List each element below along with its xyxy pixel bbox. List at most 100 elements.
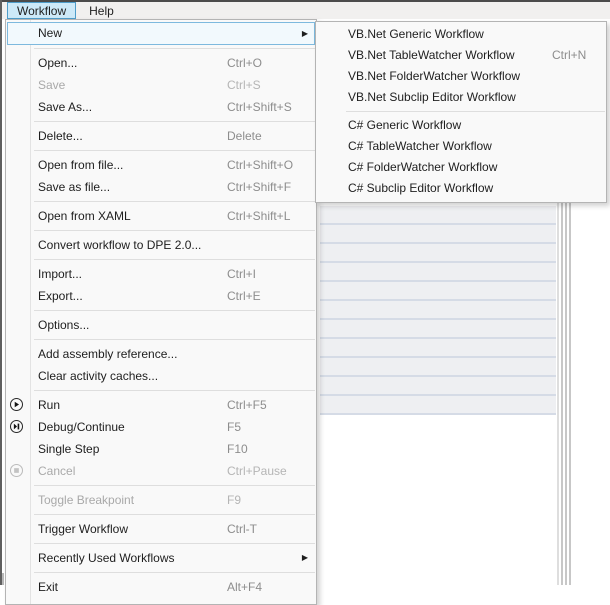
menu-item-shortcut: Ctrl+Shift+S: [227, 96, 292, 118]
menu-item-trigger-workflow[interactable]: Trigger Workflow Ctrl-T: [6, 518, 316, 540]
menu-item-label: Add assembly reference...: [38, 343, 177, 365]
menu-item-label: C# Subclip Editor Workflow: [348, 178, 493, 199]
menu-item-label: Exit: [38, 576, 58, 598]
menu-item-export[interactable]: Export... Ctrl+E: [6, 285, 316, 307]
menu-item-shortcut: F9: [227, 489, 241, 511]
menu-item-label: C# TableWatcher Workflow: [348, 136, 492, 157]
menu-separator: [34, 339, 315, 340]
menu-separator: [34, 572, 315, 573]
submenu-arrow-icon: ▶: [302, 547, 308, 569]
menu-separator: [34, 48, 315, 49]
menu-item-shortcut: Ctrl+Shift+F: [227, 176, 291, 198]
menu-item-single-step[interactable]: Single Step F10: [6, 438, 316, 460]
submenu-item-c-generic-workflow[interactable]: C# Generic Workflow: [316, 115, 606, 136]
table-row[interactable]: [320, 225, 556, 244]
vertical-scrollbar-strip[interactable]: [556, 203, 572, 585]
table-row[interactable]: [320, 339, 556, 358]
run-icon: [9, 397, 25, 413]
table-row[interactable]: [320, 263, 556, 282]
submenu-item-vb-net-generic-workflow[interactable]: VB.Net Generic Workflow: [316, 24, 606, 45]
menu-item-label: Convert workflow to DPE 2.0...: [38, 234, 201, 256]
menu-item-cancel: Cancel Ctrl+Pause: [6, 460, 316, 482]
menu-item-label: Recently Used Workflows: [38, 547, 175, 569]
workflow-menu-popup: New ▶ Open...Ctrl+OSaveCtrl+SSave As...Ctr…: [5, 19, 317, 605]
menu-item-open[interactable]: Open...Ctrl+O: [6, 52, 316, 74]
menu-item-shortcut: Ctrl+E: [227, 285, 261, 307]
menu-item-save-as[interactable]: Save As...Ctrl+Shift+S: [6, 96, 316, 118]
menu-item-clear-activity-caches[interactable]: Clear activity caches...: [6, 365, 316, 387]
menu-separator: [346, 111, 605, 112]
table-row[interactable]: [320, 282, 556, 301]
menu-separator: [34, 259, 315, 260]
menu-item-shortcut: F5: [227, 416, 241, 438]
menu-item-import[interactable]: Import...Ctrl+I: [6, 263, 316, 285]
menu-item-shortcut: Ctrl+Pause: [227, 460, 287, 482]
menu-item-exit[interactable]: Exit Alt+F4: [6, 576, 316, 598]
menu-item-label: New: [38, 23, 62, 44]
table-row[interactable]: [320, 244, 556, 263]
menu-item-label: Cancel: [38, 460, 75, 482]
menu-item-shortcut: Ctrl-T: [227, 518, 257, 540]
menu-item-open-from-file[interactable]: Open from file...Ctrl+Shift+O: [6, 154, 316, 176]
menubar-item-label: Workflow: [17, 4, 66, 18]
table-row[interactable]: [320, 358, 556, 377]
menu-item-toggle-breakpoint: Toggle Breakpoint F9: [6, 489, 316, 511]
submenu-arrow-icon: ▶: [302, 23, 308, 44]
menu-separator: [34, 514, 315, 515]
table-row[interactable]: [320, 320, 556, 339]
menu-item-recently-used-workflows[interactable]: Recently Used Workflows ▶: [6, 547, 316, 569]
menu-item-shortcut: Ctrl+Shift+L: [227, 205, 290, 227]
menu-item-label: Toggle Breakpoint: [38, 489, 134, 511]
menu-item-shortcut: F10: [227, 438, 248, 460]
submenu-item-c-folderwatcher-workflow[interactable]: C# FolderWatcher Workflow: [316, 157, 606, 178]
submenu-item-vb-net-folderwatcher-workflow[interactable]: VB.Net FolderWatcher Workflow: [316, 66, 606, 87]
menu-item-label: Export...: [38, 285, 83, 307]
menu-item-debug-continue[interactable]: Debug/ContinueF5: [6, 416, 316, 438]
menu-item-shortcut: Ctrl+F5: [227, 394, 267, 416]
menu-item-label: Open from XAML: [38, 205, 131, 227]
table-row[interactable]: [320, 301, 556, 320]
menu-item-add-assembly-reference[interactable]: Add assembly reference...: [6, 343, 316, 365]
submenu-item-c-tablewatcher-workflow[interactable]: C# TableWatcher Workflow: [316, 136, 606, 157]
new-submenu-popup: VB.Net Generic WorkflowVB.Net TableWatch…: [315, 21, 607, 203]
submenu-item-vb-net-tablewatcher-workflow[interactable]: VB.Net TableWatcher WorkflowCtrl+N: [316, 45, 606, 66]
debug-continue-icon: [9, 419, 25, 435]
menu-item-delete[interactable]: Delete... Delete: [6, 125, 316, 147]
menu-separator: [34, 121, 315, 122]
table-row[interactable]: [320, 396, 556, 415]
menu-separator: [34, 201, 315, 202]
table-row[interactable]: [320, 206, 556, 225]
window-left-border: [0, 0, 2, 585]
menu-separator: [34, 230, 315, 231]
menu-item-convert-workflow-to-dpe-2-0[interactable]: Convert workflow to DPE 2.0...: [6, 234, 316, 256]
menu-item-save: SaveCtrl+S: [6, 74, 316, 96]
submenu-item-c-subclip-editor-workflow[interactable]: C# Subclip Editor Workflow: [316, 178, 606, 199]
menu-item-shortcut: Alt+F4: [227, 576, 262, 598]
menubar-item-workflow[interactable]: Workflow: [7, 2, 76, 19]
menu-item-shortcut: Ctrl+I: [227, 263, 256, 285]
menu-item-label: Run: [38, 394, 60, 416]
menubar-item-help[interactable]: Help: [79, 2, 124, 19]
menu-item-label: C# FolderWatcher Workflow: [348, 157, 497, 178]
menu-item-label: VB.Net Generic Workflow: [348, 24, 484, 45]
menu-item-open-from-xaml[interactable]: Open from XAML Ctrl+Shift+L: [6, 205, 316, 227]
menu-separator: [34, 485, 315, 486]
menu-item-label: Options...: [38, 314, 89, 336]
menu-item-label: VB.Net Subclip Editor Workflow: [348, 87, 516, 108]
menu-item-save-as-file[interactable]: Save as file...Ctrl+Shift+F: [6, 176, 316, 198]
menu-item-label: Single Step: [38, 438, 99, 460]
submenu-item-vb-net-subclip-editor-workflow[interactable]: VB.Net Subclip Editor Workflow: [316, 87, 606, 108]
menu-item-label: VB.Net FolderWatcher Workflow: [348, 66, 520, 87]
menu-item-label: Trigger Workflow: [38, 518, 128, 540]
menu-item-new[interactable]: New ▶: [7, 22, 315, 45]
table-row[interactable]: [320, 377, 556, 396]
menu-item-shortcut: Delete: [227, 125, 262, 147]
menu-item-label: Clear activity caches...: [38, 365, 158, 387]
menu-item-label: Delete...: [38, 125, 83, 147]
menu-item-shortcut: Ctrl+N: [552, 45, 586, 66]
menubar-item-label: Help: [89, 4, 114, 18]
menu-item-options[interactable]: Options...: [6, 314, 316, 336]
app-window: { "menubar": { "items": [ {"label": "Wor…: [0, 0, 610, 585]
menu-item-run[interactable]: Run Ctrl+F5: [6, 394, 316, 416]
menu-separator: [34, 390, 315, 391]
